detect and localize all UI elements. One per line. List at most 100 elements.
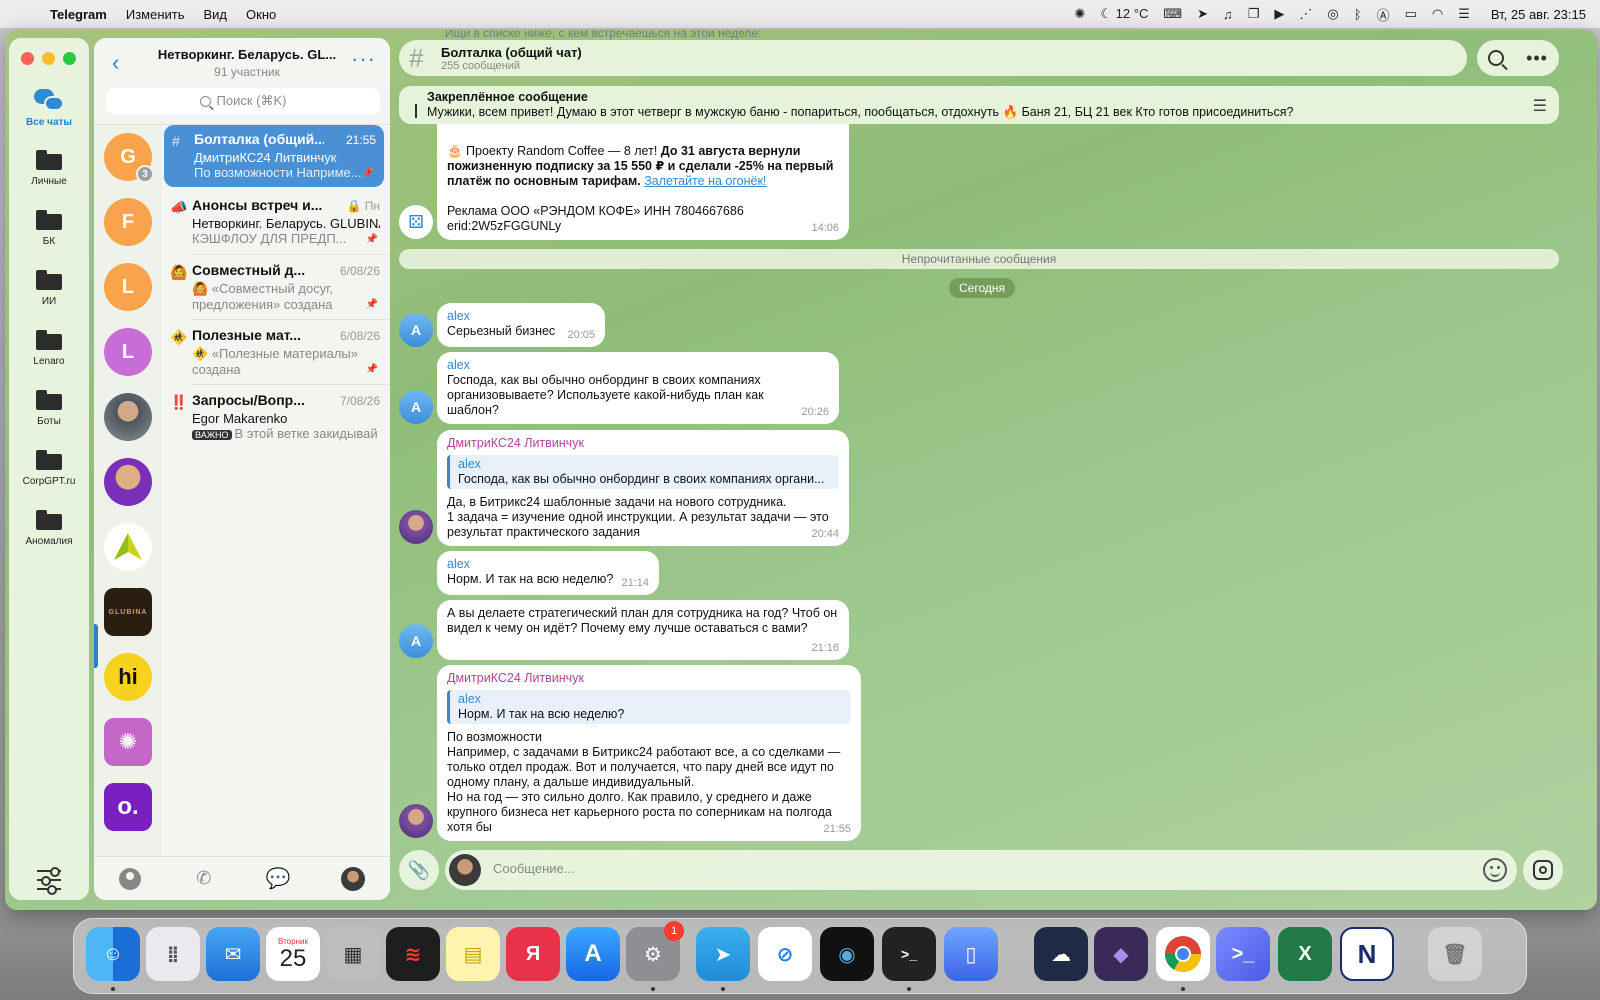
yandex-icon[interactable]: Я: [506, 927, 560, 981]
chat-header[interactable]: # Болталка (общий чат) 255 сообщений: [399, 40, 1467, 76]
message-sender[interactable]: alex: [447, 309, 595, 324]
cloud-app-icon[interactable]: ☁: [1034, 927, 1088, 981]
menu-app-name[interactable]: Telegram: [50, 7, 107, 22]
topic-row[interactable]: 📣 Анонсы встреч и... 🔒 Пн Нетворкинг. Бе…: [162, 191, 388, 253]
send-as-avatar[interactable]: [449, 854, 481, 886]
audio-icon[interactable]: ♫: [1223, 7, 1233, 22]
profile-avatar[interactable]: [340, 866, 365, 891]
notion-icon[interactable]: N: [1340, 927, 1394, 981]
search-input[interactable]: Поиск (⌘K): [106, 88, 380, 114]
calculator-icon[interactable]: ▦: [326, 927, 380, 981]
message-sender[interactable]: alex: [447, 358, 829, 373]
obsidian-icon[interactable]: ◆: [1094, 927, 1148, 981]
more-icon[interactable]: ···: [351, 46, 376, 72]
chat-avatar[interactable]: F: [104, 198, 152, 246]
user-avatar[interactable]: A: [399, 624, 433, 658]
chat-avatar-chatgpt[interactable]: ✺: [104, 718, 152, 766]
zoom-button[interactable]: [63, 52, 76, 65]
folder-personal[interactable]: Личные: [9, 138, 89, 198]
minimize-button[interactable]: [42, 52, 55, 65]
more-icon[interactable]: •••: [1526, 48, 1548, 69]
play-icon[interactable]: ▶: [1274, 6, 1284, 22]
chat-avatar[interactable]: L: [104, 263, 152, 311]
airdrop-icon[interactable]: ◎: [1327, 6, 1338, 22]
chat-avatar[interactable]: L: [104, 328, 152, 376]
chat-avatar[interactable]: o.: [104, 783, 152, 831]
clock[interactable]: Вт, 25 авг. 23:15: [1491, 7, 1586, 22]
chat-avatar[interactable]: G3: [104, 133, 154, 183]
system-settings-icon[interactable]: ⚙ 1: [626, 921, 684, 981]
chats-tab-icon[interactable]: 💬: [266, 867, 291, 891]
menu-window[interactable]: Окно: [246, 7, 276, 22]
contacts-icon[interactable]: [119, 867, 142, 890]
message-bubble[interactable]: alex Норм. И так на всю неделю? 21:14: [437, 551, 659, 595]
message-bubble[interactable]: alex Серьезный бизнес 20:05: [437, 303, 605, 347]
message-sender[interactable]: alex: [447, 557, 649, 572]
topic-row[interactable]: # Болталка (общий... 21:55 ДмитриКС24 Ли…: [164, 125, 384, 187]
app-store-icon[interactable]: A: [566, 927, 620, 981]
pinned-message-bar[interactable]: Закреплённое сообщение Мужики, всем прив…: [399, 86, 1559, 124]
close-button[interactable]: [21, 52, 34, 65]
emoji-icon[interactable]: [1483, 858, 1507, 882]
finder-icon[interactable]: ☺: [86, 927, 140, 981]
message-sender[interactable]: ДмитриКС24 Литвинчук: [447, 671, 851, 686]
calls-icon[interactable]: ✆: [192, 867, 216, 891]
folder-bk[interactable]: БК: [9, 198, 89, 258]
message-input[interactable]: Сообщение...: [445, 850, 1517, 890]
message-bubble[interactable]: А вы делаете стратегический план для сот…: [437, 600, 849, 660]
chat-avatar[interactable]: [104, 523, 152, 571]
reply-quote[interactable]: alex Норм. И так на всю неделю?: [447, 690, 851, 724]
iphone-mirroring-icon[interactable]: ▯: [944, 927, 998, 981]
ad-message[interactable]: 🎂 Проекту Random Coffee — 8 лет! До 31 а…: [437, 124, 849, 240]
weather-icon[interactable]: ☾ 12 °C: [1100, 6, 1148, 22]
terminal-icon[interactable]: >_: [882, 927, 936, 981]
user-avatar[interactable]: A: [399, 390, 433, 424]
message-bubble[interactable]: ДмитриКС24 Литвинчук alex Норм. И так на…: [437, 665, 861, 841]
attach-paperclip-icon[interactable]: 📎: [399, 850, 439, 890]
pinned-list-icon[interactable]: ☰: [1533, 96, 1547, 116]
menu-edit[interactable]: Изменить: [126, 7, 185, 22]
window-icon[interactable]: ❐: [1248, 6, 1260, 22]
telegram-icon[interactable]: ➤: [696, 927, 750, 981]
folder-settings-icon[interactable]: [37, 867, 61, 895]
chat-avatar[interactable]: [104, 458, 152, 506]
input-source-icon[interactable]: Ⓐ: [1377, 5, 1390, 24]
chrome-icon[interactable]: [1156, 927, 1210, 981]
reply-quote[interactable]: alex Господа, как вы обычно онбординг в …: [447, 455, 839, 489]
chat-avatar[interactable]: hi: [104, 653, 152, 701]
user-avatar[interactable]: [399, 804, 433, 838]
topic-row[interactable]: ‼️ Запросы/Вопр... 7/08/26 Egor Makarenk…: [162, 386, 388, 448]
telegram-status-icon[interactable]: ➤: [1197, 6, 1208, 22]
mail-icon[interactable]: ✉: [206, 927, 260, 981]
ai-assistant-icon[interactable]: >_: [1216, 927, 1270, 981]
launchpad-icon[interactable]: ⣿: [146, 927, 200, 981]
wave-app-icon[interactable]: ◉: [820, 927, 874, 981]
back-chevron-icon[interactable]: ‹: [112, 50, 119, 76]
ad-link[interactable]: Залетайте на огонёк!: [644, 174, 766, 188]
user-avatar[interactable]: [399, 510, 433, 544]
message-sender[interactable]: ДмитриКС24 Литвинчук: [447, 436, 839, 451]
topic-row[interactable]: 🚸 Полезные мат... 6/08/26 🚸 «Полезные ма…: [162, 321, 388, 383]
wifi-icon[interactable]: ◠: [1432, 6, 1443, 22]
folder-lenaro[interactable]: Lenaro: [9, 318, 89, 378]
battery-icon[interactable]: ▭: [1405, 6, 1417, 22]
topic-row[interactable]: 🙆 Совместный д... 6/08/26 🙆 «Совместный …: [162, 256, 388, 318]
calendar-icon[interactable]: Вторник 25: [266, 927, 320, 981]
voice-memos-icon[interactable]: ≋: [386, 927, 440, 981]
random-coffee-avatar[interactable]: ⚄: [399, 205, 433, 239]
user-avatar[interactable]: A: [399, 313, 433, 347]
openai-icon[interactable]: ✺: [1074, 6, 1085, 22]
message-bubble[interactable]: ДмитриКС24 Литвинчук alex Господа, как в…: [437, 430, 849, 546]
focus-icon[interactable]: ⋰: [1299, 6, 1312, 22]
search-icon[interactable]: [1488, 50, 1505, 66]
folder-corpgpt[interactable]: CorpGPT.ru: [9, 438, 89, 498]
folder-ai[interactable]: ИИ: [9, 258, 89, 318]
group-title[interactable]: Нетворкинг. Беларусь. GL...: [144, 47, 350, 62]
trash-icon[interactable]: 🗑: [1428, 927, 1482, 981]
folder-anomaly[interactable]: Аномалия: [9, 498, 89, 558]
folder-bots[interactable]: Боты: [9, 378, 89, 438]
menu-view[interactable]: Вид: [203, 7, 227, 22]
control-center-icon[interactable]: ☰: [1458, 6, 1470, 22]
camera-button[interactable]: [1523, 850, 1563, 890]
folder-all-chats[interactable]: Все чаты: [9, 78, 89, 138]
